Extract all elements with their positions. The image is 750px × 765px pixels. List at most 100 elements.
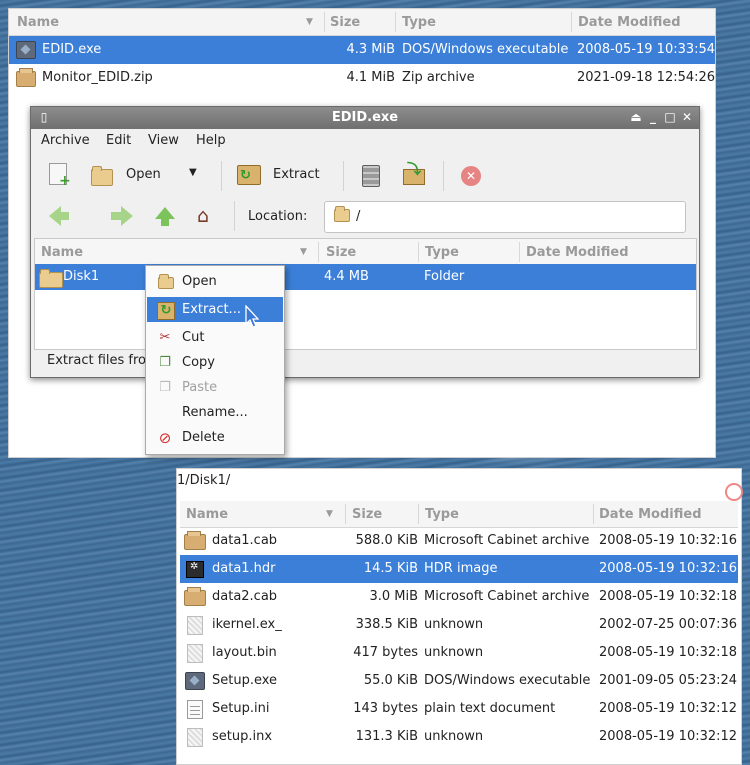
menu-archive[interactable]: Archive [41,133,90,148]
location-path: / [356,209,361,224]
add-files-button[interactable]: ⤵ [401,159,427,191]
add-arrow-icon: ⤵ [407,162,421,178]
file-size: 4.1 MiB [346,70,395,85]
column-separator [519,242,520,262]
archive-row-disk1[interactable]: Disk1 4.4 MB Folder [35,264,696,290]
column-type-header[interactable]: Type [425,245,459,260]
home-icon[interactable]: ⌂ [197,205,209,227]
column-type-header[interactable]: Type [402,15,436,30]
file-row-data1-hdr[interactable]: data1.hdr 14.5 KiB HDR image 2008-05-19 … [180,555,738,583]
file-name: Setup.ini [212,701,270,716]
column-name-header[interactable]: Name [186,507,228,522]
menu-item-rename[interactable]: Rename... [147,400,283,425]
cabinet-icon [362,165,380,187]
menu-item-paste[interactable]: ❐ Paste [147,375,283,400]
file-row-setup-exe[interactable]: Setup.exe 55.0 KiB DOS/Windows executabl… [180,667,738,695]
file-type: plain text document [424,701,556,716]
column-separator [418,504,419,524]
menu-item-open[interactable]: Open [147,269,283,294]
column-separator [345,504,346,524]
cab-icon [184,531,206,550]
column-name-header[interactable]: Name [17,15,59,30]
open-dropdown-chevron-icon[interactable]: ▼ [189,167,197,178]
file-name: Disk1 [63,269,100,284]
extract-icon: ↻ [157,302,175,320]
column-size-header[interactable]: Size [326,245,356,260]
file-row-ikernel[interactable]: ikernel.ex_ 338.5 KiB unknown 2002-07-25… [180,611,738,639]
up-arrow-icon[interactable] [155,207,175,226]
file-row-layout-bin[interactable]: layout.bin 417 bytes unknown 2008-05-19 … [180,639,738,667]
file-type: Zip archive [402,70,475,85]
toolbar-separator [443,161,444,191]
properties-button[interactable] [361,159,383,191]
mouse-cursor-icon [245,305,259,328]
extract-button[interactable]: ↻ Extract [235,159,335,191]
close-icon[interactable]: ✕ [680,110,694,124]
file-name: layout.bin [212,645,277,660]
file-name: setup.inx [212,729,273,744]
path-bar[interactable]: 1/Disk1/ [177,473,230,488]
column-name-header[interactable]: Name [41,245,83,260]
plus-icon: + [59,173,71,189]
file-row-data2-cab[interactable]: data2.cab 3.0 MiB Microsoft Cabinet arch… [180,583,738,611]
menu-bar: Archive Edit View Help [31,129,699,153]
menu-item-label: Rename... [182,405,248,420]
file-type: unknown [424,617,484,632]
shade-window-icon[interactable]: ⏏ [629,110,643,124]
location-field[interactable]: / [324,201,686,233]
menu-item-label: Copy [182,355,215,370]
column-header-row: Name ▼ Size Type Date Modified [9,9,715,36]
file-row-monitor-edid-zip[interactable]: Monitor_EDID.zip 4.1 MiB Zip archive 202… [9,64,715,92]
column-type-header[interactable]: Type [425,507,459,522]
menu-view[interactable]: View [148,133,179,148]
open-button-label: Open [126,167,161,182]
menu-item-extract[interactable]: ↻ Extract... [147,297,283,322]
file-size: 417 bytes [353,645,418,660]
menu-item-delete[interactable]: ⊘ Delete [147,425,283,450]
sort-descending-icon: ▼ [306,17,313,27]
stop-button[interactable]: ✕ [459,159,483,191]
file-name: data1.cab [212,533,278,548]
forward-arrow-icon[interactable] [111,206,133,226]
column-date-header[interactable]: Date Modified [599,507,702,522]
file-type: HDR image [424,561,498,576]
menu-item-label: Cut [182,330,205,345]
back-arrow-icon[interactable] [49,206,69,226]
menu-item-label: Paste [182,380,218,395]
paste-icon: ❐ [159,380,171,395]
column-date-header[interactable]: Date Modified [526,245,629,260]
file-row-setup-ini[interactable]: Setup.ini 143 bytes plain text document … [180,695,738,723]
file-row-edid-exe[interactable]: EDID.exe 4.3 MiB DOS/Windows executable … [9,36,715,64]
menu-help[interactable]: Help [196,133,226,148]
window-titlebar[interactable]: ▯ EDID.exe ⏏ _ □ ✕ [31,107,699,129]
scissors-icon: ✂ [159,330,171,345]
file-date: 2008-05-19 10:32:12 [599,729,738,744]
column-date-header[interactable]: Date Modified [578,15,681,30]
menu-edit[interactable]: Edit [106,133,131,148]
toolbar-separator [221,161,222,191]
file-name: ikernel.ex_ [212,617,282,632]
column-size-header[interactable]: Size [330,15,360,30]
menu-item-cut[interactable]: ✂ Cut [147,325,283,350]
menu-item-copy[interactable]: ❐ Copy [147,350,283,375]
unknown-icon [187,728,203,747]
folder-icon [158,274,174,289]
menu-item-label: Open [182,274,217,289]
menu-item-label: Extract... [182,302,241,317]
file-row-data1-cab[interactable]: data1.cab 588.0 KiB Microsoft Cabinet ar… [180,527,738,555]
column-size-header[interactable]: Size [352,507,382,522]
archive-window: ▯ EDID.exe ⏏ _ □ ✕ Archive Edit View Hel… [30,106,700,378]
new-archive-button[interactable]: + [47,159,71,191]
file-date: 2008-05-19 10:32:18 [599,645,738,660]
file-type: Microsoft Cabinet archive [424,589,590,604]
text-icon [187,700,203,719]
location-label: Location: [248,209,308,224]
file-size: 4.4 MB [324,269,369,284]
folder-icon [39,269,63,288]
file-name: data1.hdr [212,561,276,576]
unknown-icon [187,644,203,663]
maximize-icon[interactable]: □ [663,110,677,124]
file-row-setup-inx[interactable]: setup.inx 131.3 KiB unknown 2008-05-19 1… [180,723,738,751]
minimize-icon[interactable]: _ [646,110,660,124]
stop-icon: ✕ [461,166,481,186]
